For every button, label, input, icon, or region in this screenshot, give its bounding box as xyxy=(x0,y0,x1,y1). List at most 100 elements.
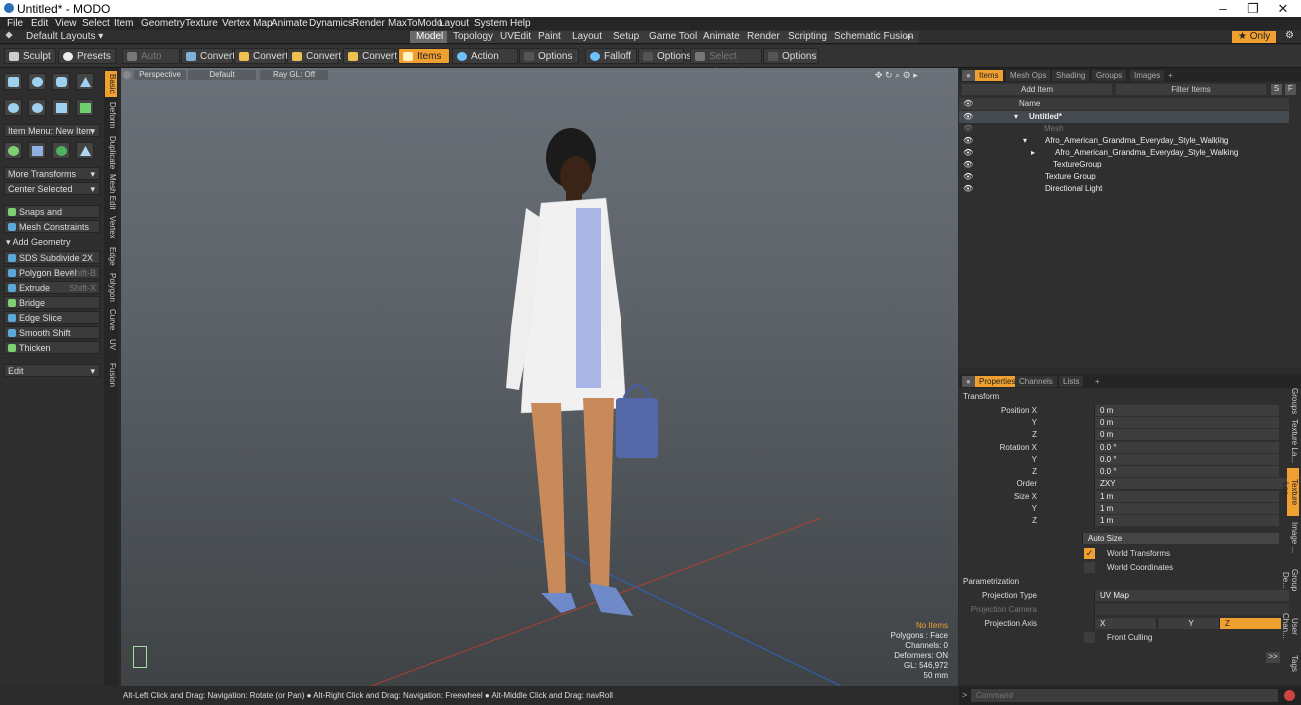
item-menu-dropdown[interactable]: Item Menu: New Item xyxy=(4,124,100,138)
menu-render[interactable]: Render xyxy=(352,18,385,29)
transform-button[interactable] xyxy=(76,142,94,159)
vtab-deform[interactable]: Deform xyxy=(105,100,117,130)
extrude-button[interactable]: Extrude Shift-X xyxy=(4,281,100,294)
smooth-shift-button[interactable]: Smooth Shift xyxy=(4,326,100,339)
sculpt-button[interactable]: Sculpt xyxy=(4,48,56,64)
item-row-directional-light[interactable]: 👁 Directional Light xyxy=(959,183,1289,195)
gear-icon[interactable]: ⚙ xyxy=(1285,30,1294,41)
tab-setup[interactable]: Setup xyxy=(607,31,646,43)
more-transforms-dropdown[interactable]: More Transforms xyxy=(4,167,100,181)
action-center-button[interactable]: Action Center xyxy=(452,48,518,78)
menu-edit[interactable]: Edit xyxy=(31,18,48,29)
torus-primitive-button[interactable] xyxy=(4,99,22,116)
layout-pin-icon[interactable]: ⯁ xyxy=(5,31,13,42)
tab-channels[interactable]: Channels xyxy=(1015,376,1057,387)
menu-animate[interactable]: Animate xyxy=(271,18,308,29)
rotation-x-field[interactable]: 0.0 ° xyxy=(1094,442,1279,453)
tab-groups[interactable]: Groups xyxy=(1092,70,1127,81)
eye-icon[interactable]: 👁 xyxy=(963,135,973,147)
size-y-field[interactable]: 1 m xyxy=(1094,503,1279,514)
menu-help[interactable]: Help xyxy=(510,18,531,29)
rotate-button[interactable] xyxy=(28,142,46,159)
mesh-constraints-button[interactable]: Mesh Constraints xyxy=(4,220,100,233)
menu-layout[interactable]: Layout xyxy=(439,18,469,29)
eye-icon[interactable]: 👁 xyxy=(963,171,973,183)
items-mode-button[interactable]: Items xyxy=(398,48,450,64)
tab-items[interactable]: Items xyxy=(975,70,1003,81)
projection-type-dropdown[interactable]: UV Map xyxy=(1094,590,1289,601)
tab-render[interactable]: Render xyxy=(741,31,786,43)
vtab-texture-locator[interactable]: Texture Loc... xyxy=(1281,468,1299,516)
position-x-field[interactable]: 0 m xyxy=(1094,405,1279,416)
vtab-polygon[interactable]: Polygon xyxy=(105,272,117,302)
more-button[interactable]: >> xyxy=(1266,652,1280,663)
command-input[interactable] xyxy=(971,689,1278,702)
falloff-options-button[interactable]: Options xyxy=(638,48,691,64)
menu-item[interactable]: Item xyxy=(114,18,133,29)
front-culling-checkbox[interactable] xyxy=(1084,632,1095,643)
menu-system[interactable]: System xyxy=(474,18,507,29)
tab-model[interactable]: Model xyxy=(410,31,450,43)
edge-slice-button[interactable]: Edge Slice xyxy=(4,311,100,324)
item-row-texture-group[interactable]: 👁 Texture Group xyxy=(959,171,1289,183)
add-props-tab[interactable]: + xyxy=(1091,376,1104,387)
filter-items-input[interactable]: Filter Items xyxy=(1116,84,1266,95)
3d-viewport[interactable]: Perspective Default Ray GL: Off ✥ ↻ ⌕ ⚙ … xyxy=(121,68,958,686)
edit-dropdown[interactable]: Edit xyxy=(4,364,100,378)
vtab-user-channels[interactable]: User Chan... xyxy=(1281,604,1299,648)
expand-icon[interactable]: ▾ xyxy=(1023,135,1027,147)
convert-polygons-button[interactable]: Convert xyxy=(287,48,341,64)
world-coords-checkbox[interactable] xyxy=(1084,562,1095,573)
thicken-button[interactable]: Thicken xyxy=(4,341,100,354)
axis-z-button[interactable]: Z xyxy=(1219,618,1281,629)
text-primitive-button[interactable] xyxy=(76,99,94,116)
expand-icon[interactable]: ▾ xyxy=(1014,111,1018,123)
tab-mesh-ops[interactable]: Mesh Ops xyxy=(1006,70,1051,81)
tab-properties[interactable]: Properties xyxy=(975,376,1020,387)
item-row-character-mesh[interactable]: 👁 ▸ Afro_American_Grandma_Everyday_Style… xyxy=(959,147,1289,159)
vtab-image[interactable]: Image ... xyxy=(1287,520,1299,556)
search-s-button[interactable]: S xyxy=(1271,84,1282,95)
snaps-precision-button[interactable]: Snaps and Precision xyxy=(4,205,100,230)
collapse-icon[interactable]: ▸ xyxy=(1031,147,1035,159)
eye-icon[interactable]: 👁 xyxy=(963,123,973,135)
menu-maxtomodo[interactable]: MaxToModo xyxy=(388,18,442,29)
item-row-mesh[interactable]: 👁 Mesh xyxy=(959,123,1289,135)
close-button[interactable]: ✕ xyxy=(1268,1,1298,17)
menu-file[interactable]: File xyxy=(7,18,23,29)
search-f-button[interactable]: F xyxy=(1285,84,1296,95)
vtab-mesh-edit[interactable]: Mesh Edit xyxy=(105,174,117,210)
menu-geometry[interactable]: Geometry xyxy=(141,18,185,29)
parametrization-section[interactable]: Parametrization xyxy=(963,577,1019,586)
add-item-dropdown[interactable]: Add Item xyxy=(962,84,1112,95)
convert-vertices-button[interactable]: Convert xyxy=(181,48,235,64)
translate-button[interactable] xyxy=(4,142,22,159)
projection-camera-dropdown[interactable] xyxy=(1094,604,1289,615)
vtab-edge[interactable]: Edge xyxy=(105,246,117,266)
tab-images[interactable]: Images xyxy=(1130,70,1165,81)
size-x-field[interactable]: 1 m xyxy=(1094,491,1279,502)
vtab-texture-layers[interactable]: Texture La... xyxy=(1287,418,1299,464)
restore-button[interactable]: ❐ xyxy=(1238,1,1268,17)
bridge-button[interactable]: Bridge xyxy=(4,296,100,309)
item-row-scene[interactable]: 👁 ▾ Untitled* xyxy=(959,111,1289,123)
cone-primitive-button[interactable] xyxy=(76,73,94,90)
only-toggle[interactable]: ★ Only xyxy=(1232,31,1277,43)
minimize-button[interactable]: – xyxy=(1208,1,1238,16)
item-row-texturegroup[interactable]: 👁 TextureGroup xyxy=(959,159,1289,171)
polygon-bevel-button[interactable]: Polygon Bevel Shift-B xyxy=(4,266,100,279)
presets-button[interactable]: Presets F6 xyxy=(58,48,116,78)
convert-materials-button[interactable]: Convert xyxy=(343,48,397,64)
vtab-tags[interactable]: Tags xyxy=(1287,652,1299,674)
vtab-group-deformers[interactable]: Group De... xyxy=(1281,560,1299,600)
add-tab-button[interactable]: + xyxy=(905,30,912,44)
order-dropdown[interactable]: ZXY xyxy=(1094,478,1289,489)
sds-subdivide-button[interactable]: SDS Subdivide 2X xyxy=(4,251,100,264)
position-y-field[interactable]: 0 m xyxy=(1094,417,1279,428)
rotation-y-field[interactable]: 0.0 ° xyxy=(1094,454,1279,465)
plane-primitive-button[interactable] xyxy=(52,99,70,116)
position-z-field[interactable]: 0 m xyxy=(1094,429,1279,440)
cylinder-primitive-button[interactable] xyxy=(52,73,70,90)
select-through-button[interactable]: Select Through xyxy=(690,48,762,78)
menu-dynamics[interactable]: Dynamics xyxy=(309,18,353,29)
